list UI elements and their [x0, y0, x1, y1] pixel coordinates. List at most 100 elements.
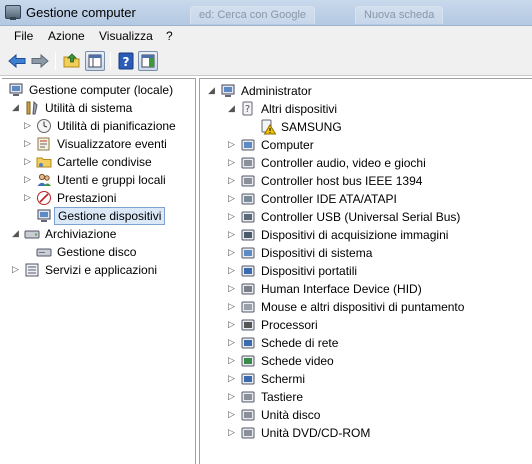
back-arrow-icon[interactable] — [7, 51, 27, 71]
tree-label: Unità DVD/CD-ROM — [261, 426, 371, 440]
unknown-device-icon: ? — [240, 101, 256, 117]
collapsed-arrow-icon[interactable]: ▷ — [228, 248, 237, 257]
tree-label: Administrator — [241, 84, 312, 98]
collapsed-arrow-icon[interactable]: ▷ — [24, 139, 33, 148]
title-bar: Gestione computer ed: Cerca con Google N… — [0, 0, 532, 26]
collapsed-arrow-icon[interactable]: ▷ — [24, 121, 33, 130]
processor-icon — [240, 317, 256, 333]
tree-label: Gestione computer (locale) — [29, 83, 174, 97]
tree-label: Dispositivi di acquisizione immagini — [261, 228, 449, 242]
services-icon — [24, 262, 40, 278]
tree-label: Schermi — [261, 372, 306, 386]
tree-label: Tastiere — [261, 390, 304, 404]
tree-label: Utilità di sistema — [45, 101, 133, 115]
collapsed-arrow-icon[interactable]: ▷ — [228, 302, 237, 311]
help-icon[interactable]: ? — [116, 51, 136, 71]
performance-icon — [36, 190, 52, 206]
tree-label: Controller USB (Universal Serial Bus) — [261, 210, 461, 224]
toolbar: ? — [0, 46, 532, 76]
mouse-icon — [240, 299, 256, 315]
display-adapter-icon — [240, 353, 256, 369]
tree-label: Altri dispositivi — [261, 102, 338, 116]
computer-icon — [220, 83, 236, 99]
disk-management-icon — [36, 244, 52, 260]
system-device-icon — [240, 245, 256, 261]
menu-azione[interactable]: Azione — [48, 29, 85, 43]
users-icon — [36, 172, 52, 188]
collapsed-arrow-icon[interactable]: ▷ — [24, 157, 33, 166]
tree-label: Controller host bus IEEE 1394 — [261, 174, 423, 188]
tree-label: Cartelle condivise — [57, 155, 152, 169]
window-title: Gestione computer — [26, 5, 136, 20]
tree-label: Mouse e altri dispositivi di puntamento — [261, 300, 465, 314]
tree-label: Utenti e gruppi locali — [57, 173, 166, 187]
tree-label: Schede di rete — [261, 336, 339, 350]
collapsed-arrow-icon[interactable]: ▷ — [228, 266, 237, 275]
tree-label: Archiviazione — [45, 227, 117, 241]
collapsed-arrow-icon[interactable]: ▷ — [228, 338, 237, 347]
shared-folder-icon — [36, 154, 52, 170]
keyboard-icon — [240, 389, 256, 405]
tree-label: Dispositivi di sistema — [261, 246, 373, 260]
background-tab-search[interactable]: ed: Cerca con Google — [190, 6, 316, 24]
tree-label: Prestazioni — [57, 191, 117, 205]
disk-drive-icon — [240, 407, 256, 423]
tree-label: Visualizzatore eventi — [57, 137, 167, 151]
hid-icon — [240, 281, 256, 297]
show-hide-action-pane-icon[interactable] — [138, 51, 158, 71]
camera-icon — [240, 227, 256, 243]
tree-label: Processori — [261, 318, 318, 332]
expanded-arrow-icon[interactable]: ◢ — [12, 229, 21, 238]
tree-label: Schede video — [261, 354, 334, 368]
tree-label: Utilità di pianificazione — [57, 119, 176, 133]
tree-label: Gestione dispositivi — [54, 207, 166, 225]
collapsed-arrow-icon[interactable]: ▷ — [228, 320, 237, 329]
collapsed-arrow-icon[interactable]: ▷ — [228, 428, 237, 437]
computer-management-icon — [8, 82, 24, 98]
show-hide-tree-icon[interactable] — [85, 51, 105, 71]
collapsed-arrow-icon[interactable]: ▷ — [228, 140, 237, 149]
collapsed-arrow-icon[interactable]: ▷ — [24, 193, 33, 202]
collapsed-arrow-icon[interactable]: ▷ — [228, 284, 237, 293]
collapsed-arrow-icon[interactable]: ▷ — [228, 392, 237, 401]
collapsed-arrow-icon[interactable]: ▷ — [228, 212, 237, 221]
tree-label: Gestione disco — [57, 245, 137, 259]
collapsed-arrow-icon[interactable]: ▷ — [228, 230, 237, 239]
expanded-arrow-icon[interactable]: ◢ — [228, 104, 237, 113]
warning-icon — [260, 119, 276, 135]
collapsed-arrow-icon[interactable]: ▷ — [228, 356, 237, 365]
tree-label: Computer — [261, 138, 314, 152]
ide-controller-icon — [240, 191, 256, 207]
menu-bar: File Azione Visualizza ? — [0, 26, 532, 46]
dvd-drive-icon — [240, 425, 256, 441]
computer-management-icon — [5, 5, 21, 20]
up-folder-icon[interactable] — [62, 51, 82, 71]
collapsed-arrow-icon[interactable]: ▷ — [24, 175, 33, 184]
network-adapter-icon — [240, 335, 256, 351]
tree-label: Unità disco — [261, 408, 321, 422]
collapsed-arrow-icon[interactable]: ▷ — [228, 374, 237, 383]
ieee1394-icon — [240, 173, 256, 189]
collapsed-arrow-icon[interactable]: ▷ — [228, 410, 237, 419]
computer-icon — [240, 137, 256, 153]
usb-icon — [240, 209, 256, 225]
menu-visualizza[interactable]: Visualizza — [99, 29, 153, 43]
device-tree: ◢ Administrator ◢ ? Altri dispositivi SA… — [199, 78, 532, 464]
monitor-icon — [240, 371, 256, 387]
background-tab-new[interactable]: Nuova scheda — [355, 6, 444, 24]
collapsed-arrow-icon[interactable]: ▷ — [228, 176, 237, 185]
expanded-arrow-icon[interactable]: ◢ — [208, 86, 217, 95]
collapsed-arrow-icon[interactable]: ▷ — [228, 158, 237, 167]
expanded-arrow-icon[interactable]: ◢ — [12, 103, 21, 112]
collapsed-arrow-icon[interactable]: ▷ — [12, 265, 21, 274]
portable-device-icon — [240, 263, 256, 279]
forward-arrow-icon[interactable] — [30, 51, 50, 71]
menu-file[interactable]: File — [14, 29, 33, 43]
collapsed-arrow-icon[interactable]: ▷ — [228, 194, 237, 203]
tree-label: Controller IDE ATA/ATAPI — [261, 192, 397, 206]
menu-help[interactable]: ? — [166, 29, 173, 43]
clock-icon — [36, 118, 52, 134]
tools-icon — [24, 100, 40, 116]
tree-label: SAMSUNG — [281, 120, 342, 134]
tree-label: Dispositivi portatili — [261, 264, 358, 278]
